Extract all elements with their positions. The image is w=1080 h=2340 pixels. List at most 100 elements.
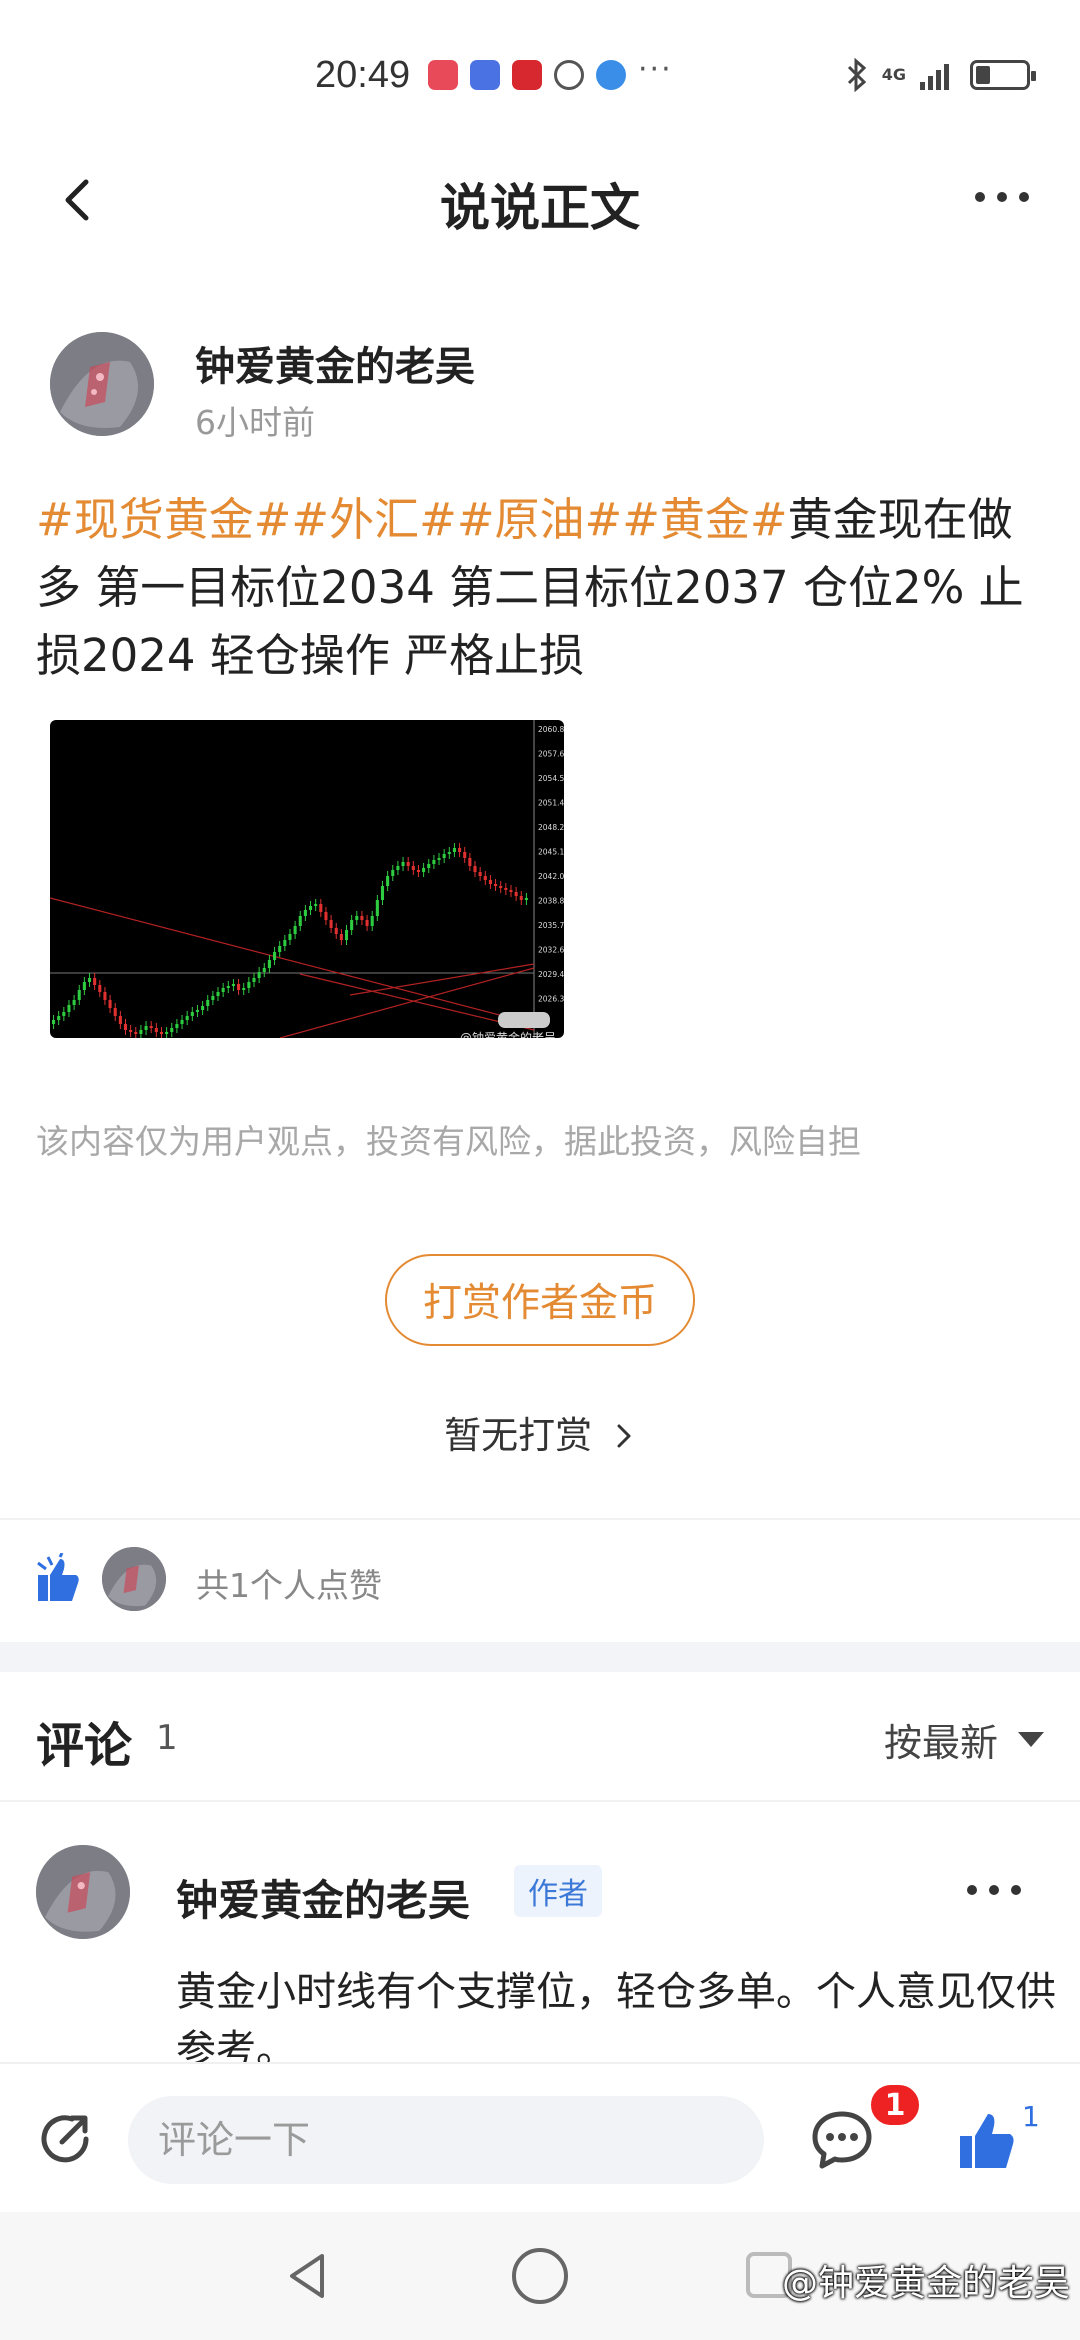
price-axis-label: 2060.80 (538, 725, 564, 734)
candle-body (206, 1000, 210, 1006)
candle-body (447, 852, 451, 854)
comment-item: 钟爱黄金的老吴 作者 黄金小时线有个支撑位，轻仓多单。个人意见仅供参考。 (36, 1845, 1056, 2073)
candle-body (278, 946, 282, 952)
caret-down-icon (1018, 1732, 1044, 1747)
author-badge: 作者 (514, 1865, 602, 1917)
liker-avatar[interactable] (102, 1547, 166, 1611)
candle-body (139, 1030, 143, 1034)
commenter-name[interactable]: 钟爱黄金的老吴 (176, 1867, 470, 1928)
candle-body (406, 862, 410, 866)
system-icons: 4G (846, 58, 1036, 92)
candle-body (154, 1028, 158, 1032)
candle-body (504, 888, 508, 890)
candle-body (473, 866, 477, 872)
candle-body (458, 848, 462, 852)
candle-body (267, 960, 271, 968)
candle-body (314, 904, 318, 906)
reward-author-button[interactable]: 打赏作者金币 (385, 1254, 695, 1346)
nav-back-icon[interactable] (282, 2250, 334, 2302)
candle-body (57, 1016, 61, 1020)
author-avatar[interactable] (50, 332, 154, 436)
divider (0, 1518, 1080, 1520)
candle-body (391, 870, 395, 876)
candle-body (452, 848, 456, 852)
candle-body (478, 872, 482, 876)
candle-body (180, 1020, 184, 1024)
candle-body (375, 900, 379, 916)
post-hashtags[interactable]: #现货黄金##外汇##原油##黄金# (36, 493, 788, 546)
candle-body (350, 920, 354, 930)
thumbs-up-icon (37, 1553, 79, 1601)
reward-status-link[interactable]: 暂无打赏 (0, 1405, 1080, 1459)
candle-body (370, 916, 374, 926)
system-navigation-bar: @钟爱黄金的老吴 (0, 2212, 1080, 2340)
candle-body (237, 984, 241, 990)
price-axis-label: 2026.30 (538, 995, 564, 1004)
candle-body (519, 896, 523, 900)
candle-body (483, 876, 487, 880)
comments-title: 评论 (36, 1718, 133, 1774)
share-icon[interactable] (32, 2106, 98, 2172)
candle-body (103, 992, 107, 1000)
candle-body (360, 916, 364, 920)
comment-bubble-icon[interactable] (810, 2108, 874, 2172)
candle-body (247, 982, 251, 988)
candle-body (242, 988, 246, 990)
candle-body (288, 934, 292, 940)
status-bar: 20:49 ··· 4G (0, 0, 1080, 150)
page-title: 说说正文 (440, 179, 640, 237)
candle-body (226, 986, 230, 988)
likes-summary[interactable]: 共1个人点赞 (34, 1545, 1034, 1615)
status-time: 20:49 (315, 54, 411, 96)
red-app-icon (428, 60, 458, 90)
battery-icon (970, 60, 1036, 90)
candle-body (144, 1026, 148, 1030)
candle-body (442, 854, 446, 858)
like-icon[interactable] (958, 2110, 1016, 2170)
candle-body (165, 1032, 169, 1034)
price-axis-label: 2038.85 (538, 897, 564, 906)
candle-body (339, 934, 343, 940)
chart-watermark: @钟爱黄金的老吴 (460, 1030, 556, 1038)
candle-body (252, 978, 256, 982)
post-timestamp: 6小时前 (195, 403, 315, 442)
candle-body (401, 862, 405, 866)
candle-body (463, 852, 467, 858)
candle-body (344, 930, 349, 940)
signal-icon (920, 64, 949, 90)
price-axis-label: 2029.40 (538, 970, 564, 979)
candle-body (175, 1024, 179, 1028)
comment-input[interactable] (128, 2096, 764, 2184)
candle-body (427, 864, 431, 868)
bottom-action-bar: 1 1 (0, 2062, 1080, 2212)
candle-body (468, 858, 472, 866)
candle-body (77, 990, 81, 1000)
author-name[interactable]: 钟爱黄金的老吴 (195, 334, 475, 392)
image-watermark: @钟爱黄金的老吴 (781, 2263, 1070, 2304)
globe-app-icon (596, 60, 626, 90)
price-axis-label: 2035.75 (538, 921, 564, 930)
candle-body (221, 988, 225, 992)
candle-body (185, 1016, 189, 1020)
price-axis-label: 2042.00 (538, 872, 564, 881)
comment-more-button[interactable] (954, 1875, 1034, 1905)
link-app-icon (554, 60, 584, 90)
candle-body (509, 890, 513, 892)
candle-body (283, 940, 287, 946)
candle-body (62, 1012, 66, 1016)
candle-body (129, 1030, 133, 1032)
commenter-avatar[interactable] (36, 1845, 130, 1939)
candle-body (134, 1032, 138, 1034)
candle-body (273, 952, 277, 960)
candle-body (329, 920, 333, 928)
candle-body (113, 1008, 117, 1016)
post-author: 钟爱黄金的老吴 6小时前 (50, 332, 1030, 442)
candle-body (67, 1005, 71, 1012)
post-image-chart[interactable]: 2060.80 2057.60 2054.55 2051.40 2048.25 2045.… (50, 720, 564, 1038)
more-options-button[interactable] (962, 172, 1042, 222)
sort-dropdown[interactable]: 按最新 (884, 1712, 1044, 1767)
candle-body (159, 1032, 164, 1034)
nav-home-icon[interactable] (512, 2248, 568, 2304)
more-notifications-icon: ··· (638, 52, 673, 87)
candle-body (308, 906, 313, 910)
